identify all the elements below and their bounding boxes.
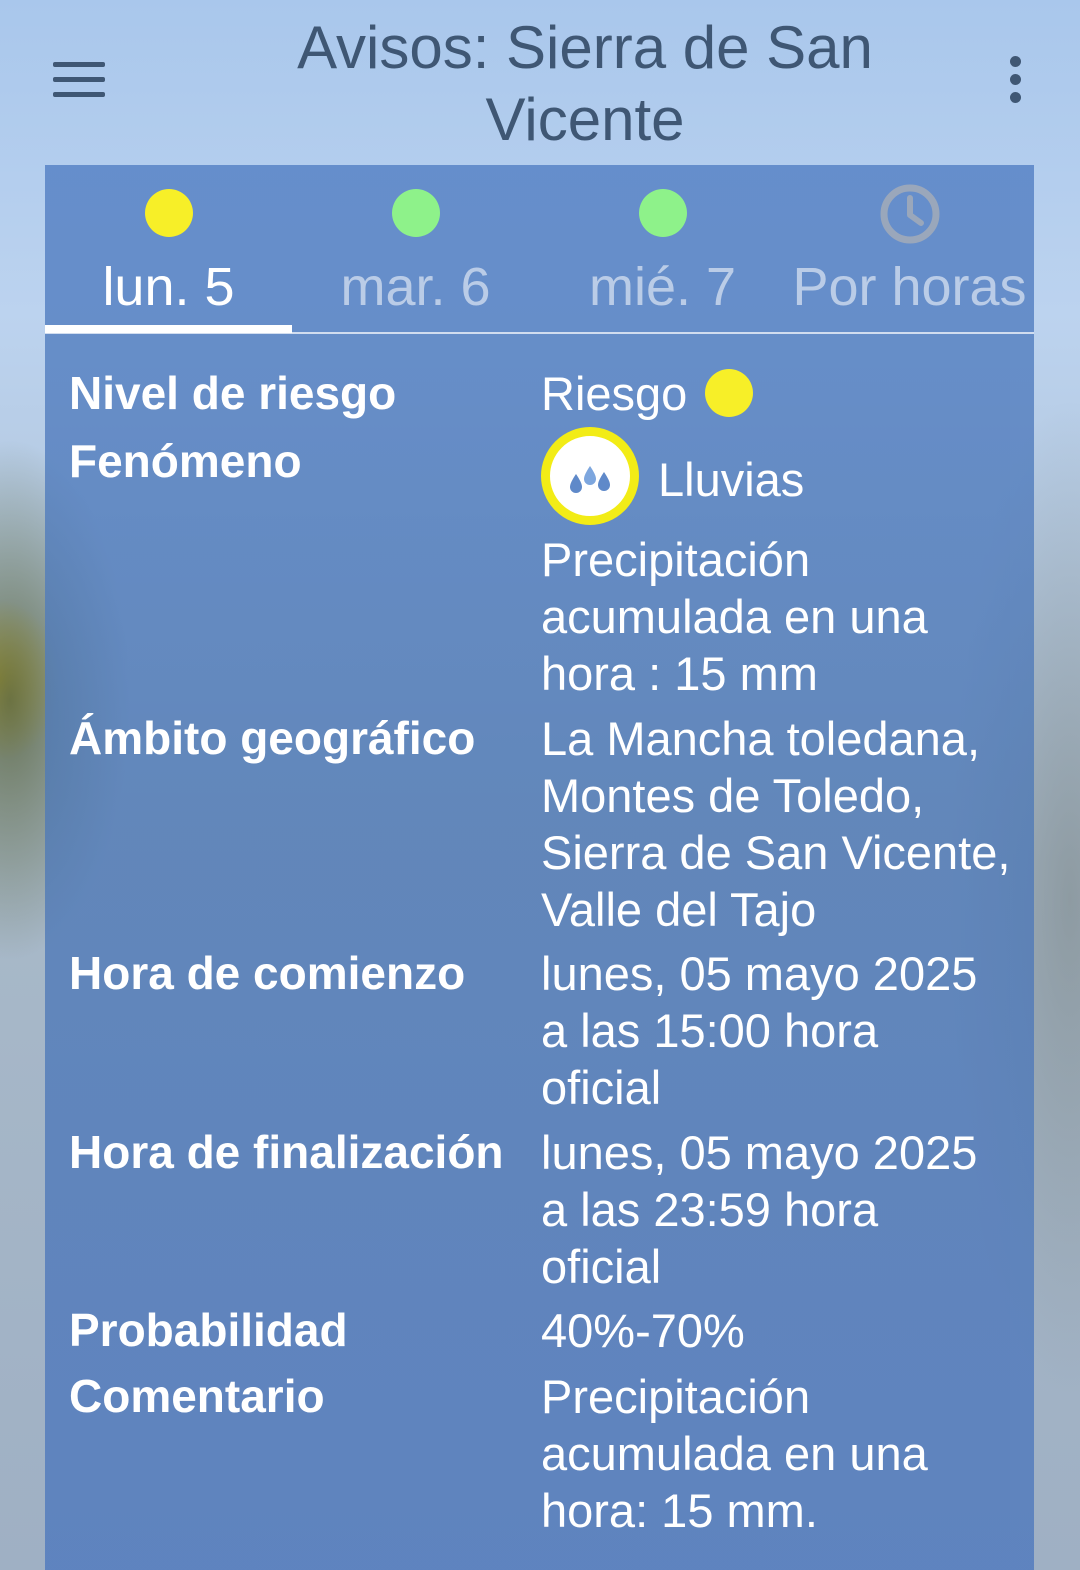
end-value: lunes, 05 mayo 2025 a las 23:59 hora ofi…	[541, 1126, 978, 1293]
tab-mar-6[interactable]: mar. 6	[292, 165, 539, 335]
yellow-status-dot-icon	[145, 189, 193, 237]
app-bar: Avisos: Sierra de San Vicente	[0, 0, 1080, 165]
phenomenon-label: Fenómeno	[69, 435, 302, 487]
tab-label: Por horas	[792, 257, 1027, 317]
clock-icon	[880, 184, 940, 244]
green-status-dot-icon	[639, 189, 687, 237]
yellow-risk-dot-icon	[705, 369, 754, 417]
tab-label: lun. 5	[102, 257, 235, 317]
end-label: Hora de finalización	[69, 1126, 504, 1178]
phenomenon-name: Lluvias	[658, 453, 805, 506]
more-options-icon[interactable]	[994, 50, 1038, 110]
rain-drops-icon	[541, 427, 639, 525]
tab-lun-5[interactable]: lun. 5	[45, 165, 292, 335]
risk-label: Nivel de riesgo	[69, 367, 397, 419]
green-status-dot-icon	[392, 189, 440, 237]
risk-text: Riesgo	[541, 367, 688, 420]
tab-por-horas[interactable]: Por horas	[786, 165, 1033, 335]
phenomenon-description: Precipitación acumulada en una hora : 15…	[541, 533, 928, 700]
warning-panel: lun. 5 mar. 6 mié. 7 Por horas Nivel de …	[45, 165, 1034, 1570]
area-label: Ámbito geográfico	[69, 712, 476, 764]
risk-value: Riesgo	[541, 365, 1011, 422]
tab-mie-7[interactable]: mié. 7	[539, 165, 786, 335]
day-tabs: lun. 5 mar. 6 mié. 7 Por horas	[45, 165, 1034, 335]
probability-value: 40%-70%	[541, 1304, 745, 1357]
comment-value: Precipitación acumulada en una hora: 15 …	[541, 1370, 928, 1537]
start-label: Hora de comienzo	[69, 947, 466, 999]
area-value: La Mancha toledana, Montes de Toledo, Si…	[541, 712, 1011, 936]
probability-label: Probabilidad	[69, 1304, 348, 1356]
hamburger-menu-icon[interactable]	[48, 56, 110, 104]
page-title: Avisos: Sierra de San Vicente	[297, 14, 873, 153]
active-tab-indicator	[45, 325, 292, 333]
tab-label: mié. 7	[588, 257, 737, 317]
tab-label: mar. 6	[340, 257, 491, 317]
comment-label: Comentario	[69, 1370, 325, 1422]
start-value: lunes, 05 mayo 2025 a las 15:00 hora ofi…	[541, 947, 978, 1114]
